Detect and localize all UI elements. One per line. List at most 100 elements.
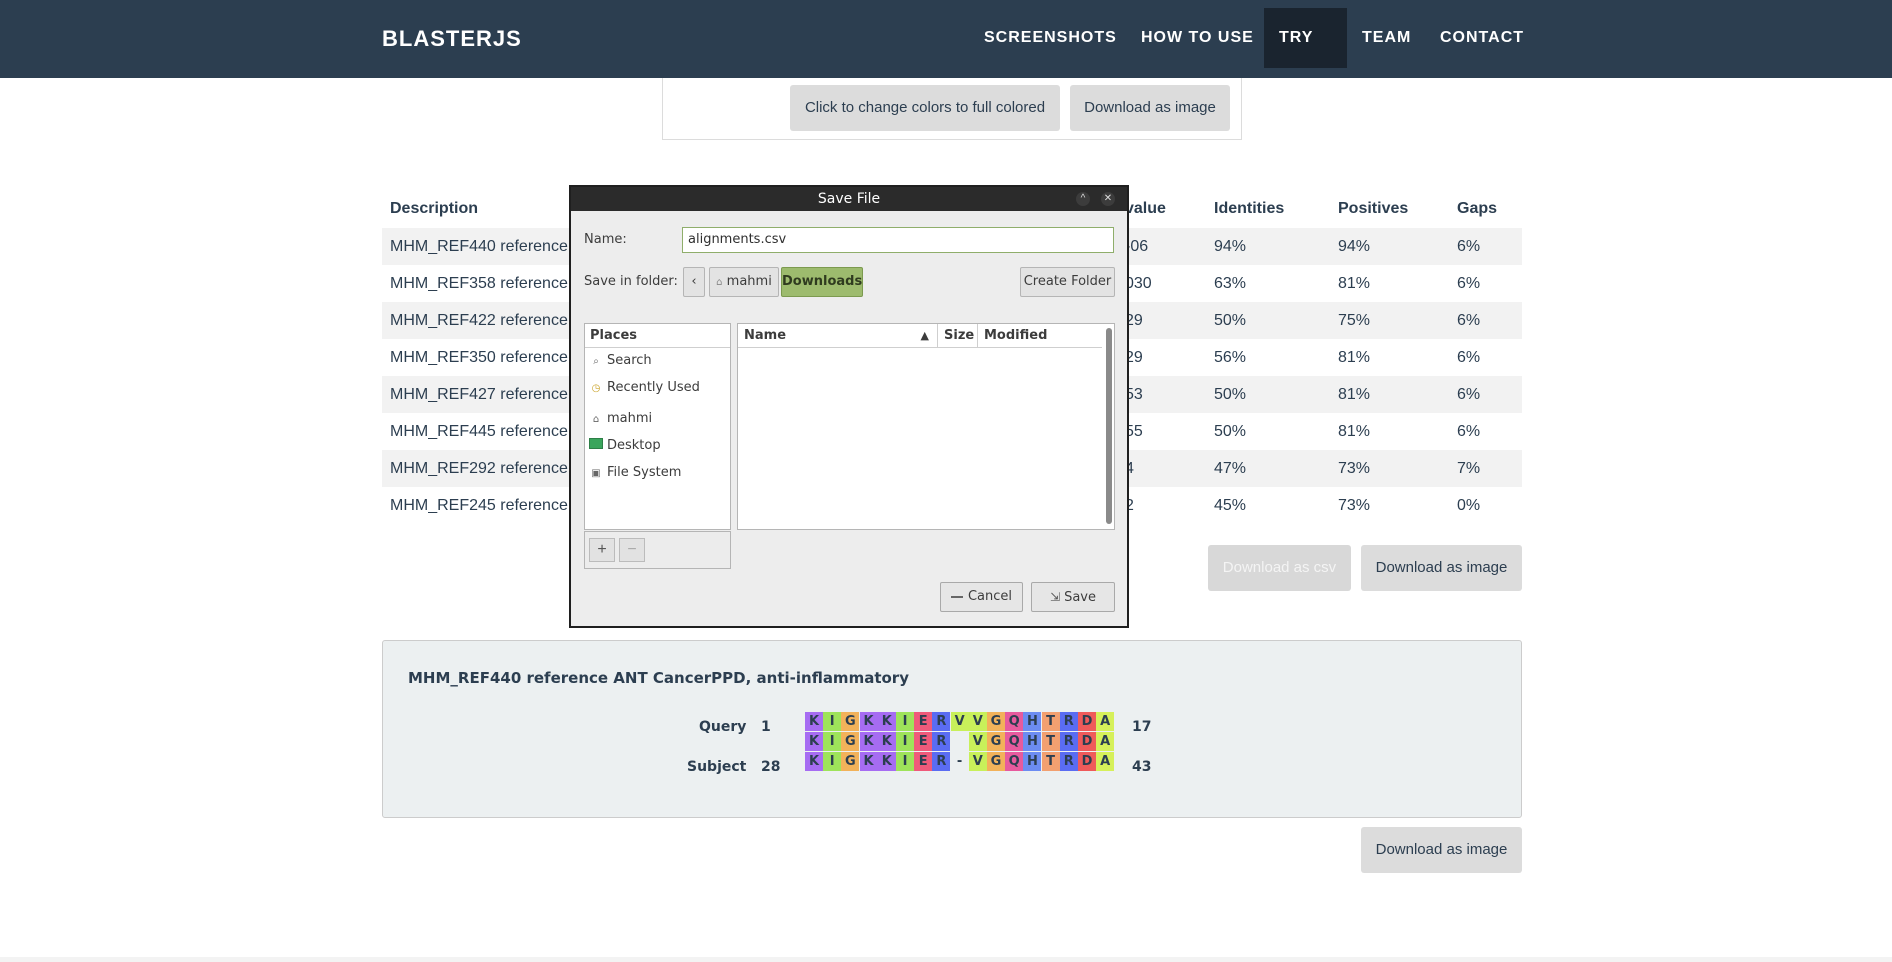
cell-positives: 73%: [1338, 496, 1371, 514]
col-modified-header[interactable]: Modified: [978, 324, 1102, 348]
match-residue: I: [896, 732, 914, 751]
match-residue: V: [968, 732, 987, 751]
file-list-scrollbar[interactable]: [1106, 328, 1112, 524]
cell-gaps: 6%: [1449, 228, 1522, 265]
nav-try-it[interactable]: TRY IT: [1264, 8, 1347, 106]
subject-residue: G: [987, 752, 1005, 771]
download-graphic-image-button[interactable]: Download as image: [1070, 85, 1230, 131]
nav-contact[interactable]: CONTACT: [1425, 8, 1539, 68]
subject-residue: R: [932, 752, 951, 771]
col-gaps[interactable]: Gaps: [1449, 190, 1522, 228]
subject-residue: K: [805, 752, 823, 771]
col-size-header[interactable]: Size: [938, 324, 978, 348]
name-label: Name:: [584, 232, 627, 247]
col-name-label: Name: [744, 328, 787, 343]
match-residue: I: [823, 732, 842, 751]
dialog-title: Save File: [571, 187, 1127, 211]
subject-residue: K: [859, 752, 878, 771]
cancel-button[interactable]: Cancel: [940, 582, 1023, 612]
footer-divider: [0, 957, 1892, 962]
col-identities[interactable]: Identities: [1206, 190, 1330, 228]
place-recently-used[interactable]: ◷ Recently Used: [589, 378, 700, 398]
place-label: File System: [607, 465, 682, 480]
cell-evalue: 53: [1117, 376, 1206, 413]
alignment-panel: MHM_REF440 reference ANT CancerPPD, anti…: [382, 640, 1522, 818]
download-table-image-button[interactable]: Download as image: [1361, 545, 1522, 591]
col-positives[interactable]: Positives: [1330, 190, 1449, 228]
query-residue: A: [1096, 712, 1115, 731]
places-toolbar: + −: [584, 531, 731, 569]
query-residue: K: [805, 712, 823, 731]
cell-identities: 47%: [1206, 450, 1330, 487]
cell-identities: 50%: [1206, 302, 1330, 339]
query-end: 17: [1132, 719, 1152, 735]
cancel-label: Cancel: [967, 589, 1013, 604]
subject-residue: Q: [1005, 752, 1024, 771]
path-back-button[interactable]: ‹: [683, 267, 705, 297]
match-residue: Q: [1005, 732, 1024, 751]
place-label: Desktop: [607, 438, 661, 453]
remove-place-button[interactable]: −: [619, 538, 645, 562]
dialog-close-icon[interactable]: ✕: [1101, 192, 1115, 206]
chevron-left-icon: ‹: [691, 274, 697, 289]
query-residue: K: [877, 712, 896, 731]
change-colors-button[interactable]: Click to change colors to full colored: [790, 85, 1060, 131]
subject-residue: T: [1041, 752, 1060, 771]
brand-logo[interactable]: BLASTERJS: [382, 26, 522, 52]
query-residue: G: [841, 712, 860, 731]
subject-residue: V: [968, 752, 987, 771]
path-home-button[interactable]: ⌂ mahmi: [709, 267, 779, 297]
desktop-icon: [589, 437, 603, 457]
search-icon: ⌕: [593, 356, 599, 367]
col-name-header[interactable]: Name ▲: [738, 324, 938, 348]
cell-identities: 63%: [1214, 274, 1247, 292]
folder-label: Save in folder:: [584, 274, 678, 289]
subject-residue: G: [841, 752, 860, 771]
query-residue: K: [859, 712, 878, 731]
place-search[interactable]: ⌕ Search: [589, 351, 652, 371]
create-folder-button[interactable]: Create Folder: [1020, 267, 1115, 297]
path-downloads-button[interactable]: Downloads: [781, 267, 863, 297]
cancel-icon: [950, 595, 963, 598]
cell-positives: 81%: [1330, 376, 1449, 413]
query-residue: Q: [1005, 712, 1024, 731]
match-residue: R: [1059, 732, 1078, 751]
subject-residue: R: [1059, 752, 1078, 771]
match-residue: H: [1023, 732, 1042, 751]
query-residue: H: [1023, 712, 1042, 731]
subject-residue: A: [1096, 752, 1115, 771]
clock-icon: ◷: [591, 383, 601, 394]
home-icon: ⌂: [592, 414, 600, 425]
cell-gaps: 0%: [1457, 496, 1481, 514]
cell-positives: 81%: [1338, 274, 1371, 292]
place-file-system[interactable]: ▣ File System: [589, 463, 681, 483]
minus-icon: −: [627, 541, 637, 558]
download-alignment-image-button[interactable]: Download as image: [1361, 827, 1522, 873]
save-label: Save: [1064, 590, 1096, 605]
add-place-button[interactable]: +: [589, 538, 615, 562]
places-sidebar: Places ⌕ Search ◷ Recently Used ⌂ mahmi Des…: [584, 323, 731, 530]
save-button[interactable]: ⇲ Save: [1031, 582, 1115, 612]
nav-screenshots[interactable]: SCREENSHOTS: [969, 8, 1132, 68]
place-label: Search: [607, 353, 652, 368]
nav-how-to-use[interactable]: HOW TO USE: [1126, 8, 1269, 68]
subject-residue: K: [877, 752, 896, 771]
cell-gaps: 6%: [1449, 302, 1522, 339]
match-residue: A: [1096, 732, 1115, 751]
query-start: 1: [761, 719, 771, 735]
download-csv-button[interactable]: Download as csv: [1208, 545, 1351, 591]
dialog-minimize-icon[interactable]: ^: [1076, 192, 1090, 206]
place-home[interactable]: ⌂ mahmi: [589, 409, 652, 429]
filename-input[interactable]: alignments.csv: [682, 227, 1114, 253]
cell-identities: 45%: [1214, 496, 1247, 514]
query-residue: E: [914, 712, 933, 731]
sort-ascending-icon: ▲: [920, 329, 929, 342]
cell-gaps: 6%: [1457, 348, 1481, 366]
place-desktop[interactable]: Desktop: [589, 436, 661, 456]
file-list: Name ▲ Size Modified: [737, 323, 1115, 530]
col-evalue[interactable]: value: [1117, 190, 1206, 228]
nav-team[interactable]: TEAM: [1347, 8, 1426, 68]
places-header[interactable]: Places: [585, 324, 730, 348]
subject-residue: E: [914, 752, 933, 771]
match-residue: [951, 732, 969, 751]
